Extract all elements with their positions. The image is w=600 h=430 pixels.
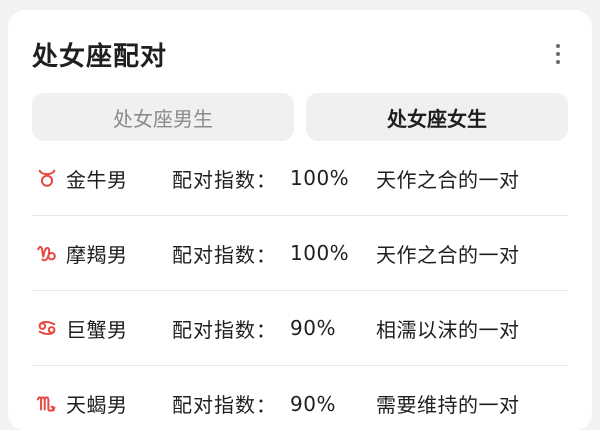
more-options-icon — [556, 60, 560, 64]
match-row-taurus[interactable]: 金牛男 配对指数： 100% 天作之合的一对 — [32, 141, 568, 216]
card-header: 处女座配对 — [32, 34, 568, 74]
match-name: 巨蟹男 — [66, 317, 128, 342]
match-score-label: 配对指数： — [172, 393, 277, 417]
cancer-icon — [32, 317, 66, 339]
capricorn-icon — [32, 242, 66, 264]
page-title: 处女座配对 — [32, 41, 168, 72]
scorpio-icon — [32, 393, 66, 415]
more-options-button[interactable] — [546, 40, 570, 68]
match-row-scorpio[interactable]: 天蝎男 配对指数： 90% 需要维持的一对 — [32, 366, 568, 430]
match-score-value: 100% — [290, 166, 350, 190]
match-list: 金牛男 配对指数： 100% 天作之合的一对 摩羯男 配对指数： 100% 天作… — [32, 141, 568, 430]
match-description: 需要维持的一对 — [376, 393, 520, 417]
more-options-icon — [556, 44, 560, 48]
match-row-cancer[interactable]: 巨蟹男 配对指数： 90% 相濡以沫的一对 — [32, 291, 568, 366]
match-score-value: 90% — [290, 316, 336, 340]
gender-tabs: 处女座男生 处女座女生 — [32, 93, 568, 141]
match-name: 金牛男 — [66, 167, 128, 192]
taurus-icon — [32, 167, 66, 189]
pairing-card: 处女座配对 处女座男生 处女座女生 金牛男 配对指数： 100% 天作之合的一对 — [8, 10, 592, 430]
match-score-label: 配对指数： — [172, 167, 277, 192]
match-row-capricorn[interactable]: 摩羯男 配对指数： 100% 天作之合的一对 — [32, 216, 568, 291]
match-description: 天作之合的一对 — [376, 167, 520, 192]
match-score-value: 100% — [290, 241, 350, 265]
tab-virgo-male[interactable]: 处女座男生 — [32, 93, 294, 141]
match-description: 天作之合的一对 — [376, 242, 520, 267]
match-score-value: 90% — [290, 391, 336, 416]
tab-virgo-female[interactable]: 处女座女生 — [306, 93, 568, 141]
more-options-icon — [556, 52, 560, 56]
match-score-label: 配对指数： — [172, 242, 277, 267]
match-description: 相濡以沫的一对 — [376, 317, 520, 342]
match-name: 摩羯男 — [66, 242, 128, 267]
match-score-label: 配对指数： — [172, 317, 277, 342]
match-name: 天蝎男 — [66, 393, 128, 417]
